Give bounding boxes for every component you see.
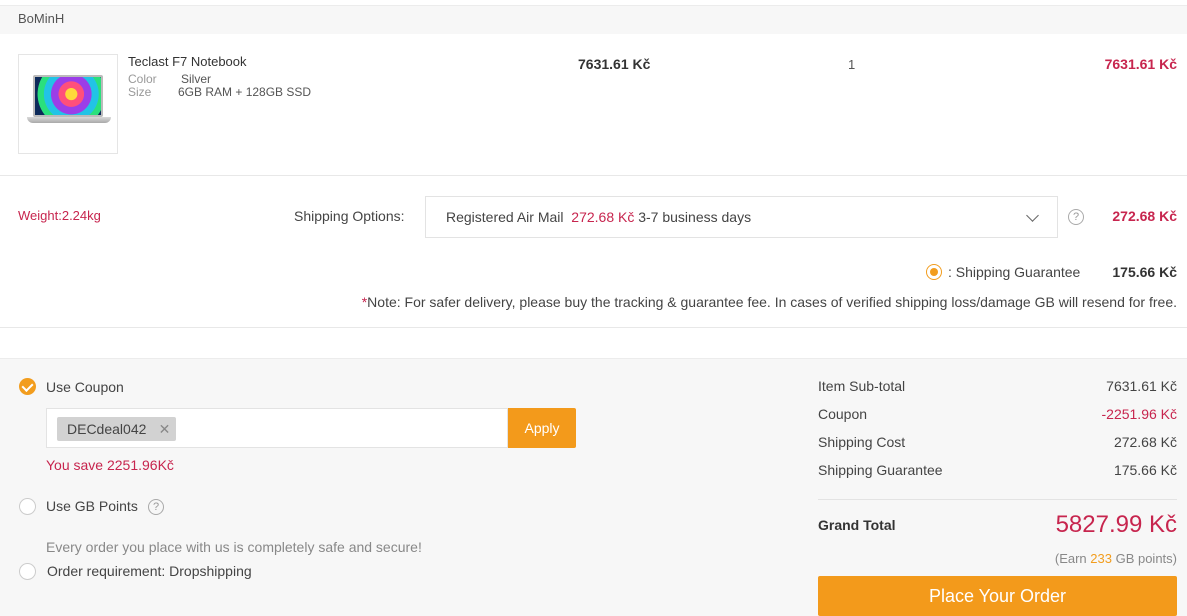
shipping-method-name: Registered Air Mail: [446, 209, 564, 225]
coupon-code: DECdeal042: [67, 421, 147, 437]
shipping-guarantee-label: : Shipping Guarantee: [948, 264, 1081, 280]
use-gb-points-label[interactable]: Use GB Points: [46, 498, 138, 514]
guarantee-summary-value: 175.66 Kč: [1113, 462, 1177, 478]
shipping-guarantee-amount: 175.66 Kč: [1112, 264, 1177, 280]
note-text: Note: For safer delivery, please buy the…: [367, 294, 1177, 310]
grand-total-label: Grand Total: [818, 517, 896, 533]
apply-button[interactable]: Apply: [508, 408, 576, 448]
product-title[interactable]: Teclast F7 Notebook: [128, 54, 247, 69]
shipping-guarantee-radio[interactable]: [926, 264, 942, 280]
coupon-summary-label: Coupon: [818, 406, 868, 422]
dropshipping-radio[interactable]: [19, 563, 36, 580]
use-coupon-label[interactable]: Use Coupon: [46, 379, 124, 395]
shipping-options-label: Shipping Options:: [294, 208, 405, 224]
shipping-method-text: Registered Air Mail 272.68 Kč 3-7 busine…: [446, 209, 751, 225]
divider: [0, 175, 1187, 176]
divider: [0, 327, 1187, 328]
seller-bar: BoMinH: [0, 6, 1187, 34]
product-thumbnail[interactable]: [18, 54, 118, 154]
chevron-down-icon[interactable]: [1026, 209, 1039, 222]
shipping-method-price: 272.68 Kč: [571, 209, 635, 225]
coupon-summary-value: -2251.96 Kč: [1101, 406, 1178, 422]
place-order-button[interactable]: Place Your Order: [818, 576, 1177, 616]
shipping-total: 272.68 Kč: [1112, 208, 1177, 224]
use-coupon-checkbox[interactable]: [19, 378, 36, 395]
help-icon[interactable]: ?: [1068, 209, 1084, 225]
shipping-cost-value: 272.68 Kč: [1113, 434, 1177, 450]
earn-points-value: 233: [1090, 551, 1112, 566]
color-label: Color: [128, 72, 157, 86]
quantity: 1: [848, 57, 856, 72]
payment-section: Use Coupon DECdeal042 ✕ Apply You save 2…: [0, 358, 1187, 616]
shipping-cost-label: Shipping Cost: [818, 434, 906, 450]
unit-price: 7631.61 Kč: [578, 56, 651, 72]
subtotal-value: 7631.61 Kč: [1106, 378, 1177, 394]
help-icon[interactable]: ?: [148, 499, 164, 515]
laptop-screen-icon: [33, 75, 103, 117]
use-gb-points-radio[interactable]: [19, 498, 36, 515]
shipping-method-time: 3-7 business days: [638, 209, 752, 225]
seller-name: BoMinH: [18, 11, 65, 26]
color-value: Silver: [181, 72, 212, 86]
dropshipping-label[interactable]: Order requirement: Dropshipping: [47, 563, 252, 579]
earn-points: (Earn 233 GB points): [1055, 551, 1177, 566]
laptop-base-icon: [27, 117, 111, 123]
shipping-note: *Note: For safer delivery, please buy th…: [362, 294, 1177, 310]
coupon-input[interactable]: DECdeal042 ✕: [46, 408, 508, 448]
shipping-method-select[interactable]: Registered Air Mail 272.68 Kč 3-7 busine…: [425, 196, 1058, 238]
line-total: 7631.61 Kč: [1104, 56, 1177, 72]
grand-total-value: 5827.99 Kč: [1055, 511, 1177, 538]
coupon-savings: You save 2251.96Kč: [46, 457, 174, 473]
size-label: Size: [128, 85, 152, 99]
guarantee-summary-label: Shipping Guarantee: [818, 462, 943, 478]
coupon-chip: DECdeal042 ✕: [57, 417, 177, 441]
close-icon[interactable]: ✕: [159, 417, 171, 441]
divider: [818, 499, 1177, 500]
size-value: 6GB RAM + 128GB SSD: [178, 85, 312, 99]
weight-label: Weight:2.24kg: [18, 208, 101, 223]
secure-message: Every order you place with us is complet…: [46, 539, 422, 555]
earn-suffix: GB points): [1111, 551, 1177, 566]
subtotal-label: Item Sub-total: [818, 378, 906, 394]
earn-prefix: (Earn: [1054, 551, 1091, 566]
